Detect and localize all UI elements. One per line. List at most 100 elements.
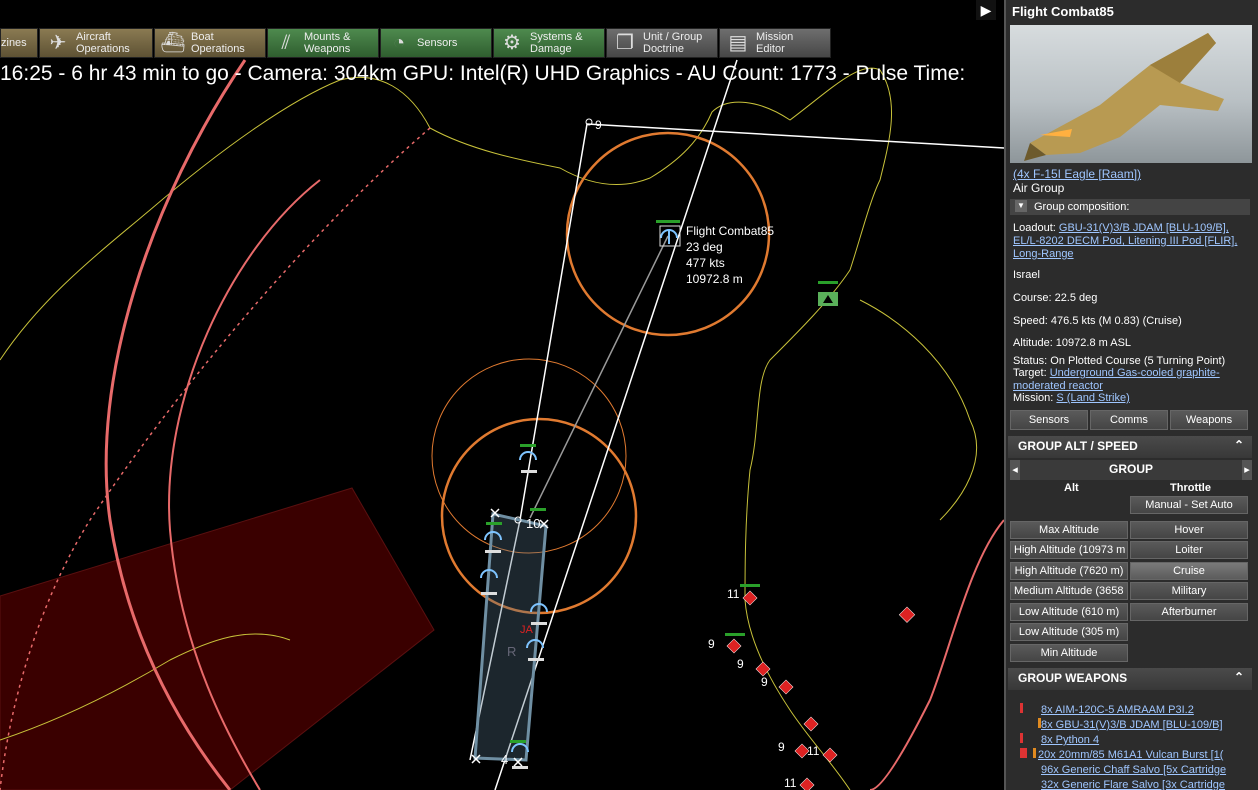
- alt-low-305-button[interactable]: Low Altitude (305 m): [1010, 623, 1128, 641]
- target-label: Target:: [1013, 367, 1047, 379]
- throttle-cruise-button[interactable]: Cruise: [1130, 562, 1248, 580]
- manual-set-auto-button[interactable]: Manual - Set Auto: [1130, 496, 1248, 514]
- enemy-label: 9: [761, 675, 768, 689]
- aircraft-icon: ✈: [49, 32, 67, 54]
- exclusion-zone: [0, 487, 435, 790]
- group-composition-label: Group composition:: [1034, 201, 1130, 213]
- course-line: [586, 123, 1004, 149]
- weapon-item[interactable]: 20x 20mm/85 M61A1 Vulcan Burst [1(: [1020, 748, 1256, 763]
- weapon-link[interactable]: 8x Python 4: [1041, 734, 1099, 746]
- group-kind: Air Group: [1013, 181, 1065, 195]
- group-composition-toggle[interactable]: ▼ Group composition:: [1010, 199, 1250, 215]
- throttle-column-label: Throttle: [1170, 482, 1211, 494]
- gear-icon: ⚙: [503, 32, 521, 54]
- weapon-status-icon: [1020, 733, 1023, 743]
- sensors-button[interactable]: Sensors: [1010, 410, 1088, 430]
- corridor-label: R: [507, 644, 517, 659]
- aircraft-image: [1024, 33, 1224, 161]
- alt-min-button[interactable]: Min Altitude: [1010, 644, 1128, 662]
- waypoint-label: 10: [526, 516, 541, 531]
- top-toolbar: zines ✈ Aircraft Operations ⛴ Boat Operati…: [0, 28, 832, 58]
- alt-high-7620-button[interactable]: High Altitude (7620 m): [1010, 562, 1128, 580]
- boat-icon: ⛴: [160, 32, 186, 54]
- alt-max-button[interactable]: Max Altitude: [1010, 521, 1128, 539]
- loadout-info: Loadout: GBU-31(V)3/B JDAM [BLU-109/B], …: [1013, 222, 1247, 261]
- enemy-label: 11: [727, 587, 740, 601]
- weapons-button[interactable]: Weapons: [1170, 410, 1248, 430]
- toolbar-systems-damage[interactable]: ⚙ Systems & Damage: [493, 28, 605, 58]
- unit-callout-altitude: 10972.8 m: [686, 272, 743, 286]
- aircraft-photo: [1010, 25, 1252, 163]
- unit-info-panel: Flight Combat85 (4x F-15I Eagle [Raam]) …: [1004, 0, 1258, 790]
- group-selector: ◂ GROUP ▸: [1010, 460, 1252, 480]
- throttle-hover-button[interactable]: Hover: [1130, 521, 1248, 539]
- group-alt-speed-header[interactable]: GROUP ALT / SPEED ⌃: [1008, 436, 1252, 458]
- toolbar-label: Mounts & Weapons: [304, 31, 351, 55]
- toolbar-boat-operations[interactable]: ⛴ Boat Operations: [154, 28, 266, 58]
- weapon-item[interactable]: 8x AIM-120C-5 AMRAAM P3I.2: [1020, 703, 1256, 718]
- weapon-link[interactable]: 32x Generic Flare Salvo [3x Cartridge: [1041, 779, 1225, 790]
- sensors-icon: ◔: [392, 32, 406, 54]
- weapon-link[interactable]: 20x 20mm/85 M61A1 Vulcan Burst [1(: [1038, 749, 1223, 761]
- toolbar-aircraft-operations[interactable]: ✈ Aircraft Operations: [39, 28, 153, 58]
- throttle-loiter-button[interactable]: Loiter: [1130, 541, 1248, 559]
- arrow-right-icon[interactable]: ▸: [1242, 460, 1252, 480]
- altitude-readout: Altitude: 10972.8 m ASL: [1013, 337, 1132, 349]
- chevron-up-icon: ⌃: [1233, 438, 1244, 452]
- weapon-link[interactable]: 8x AIM-120C-5 AMRAAM P3I.2: [1041, 704, 1194, 716]
- enemy-label: 9: [778, 740, 785, 754]
- alt-low-610-button[interactable]: Low Altitude (610 m): [1010, 603, 1128, 621]
- ground-unit-bar: [818, 281, 838, 284]
- weapon-status-icon: [1020, 703, 1023, 713]
- unit-type-link[interactable]: (4x F-15I Eagle [Raam]): [1013, 167, 1141, 181]
- toolbar-sensors[interactable]: ◔ Sensors: [380, 28, 492, 58]
- toolbar-label: Unit / Group Doctrine: [643, 31, 703, 55]
- throttle-military-button[interactable]: Military: [1130, 582, 1248, 600]
- status-line: 16:25 - 6 hr 43 min to go - Camera: 304k…: [0, 62, 966, 85]
- waypoint-label: 4: [501, 752, 509, 767]
- group-label: GROUP: [1108, 462, 1153, 476]
- unit-callout-name: Flight Combat85: [686, 224, 775, 238]
- mounts-icon: ⫽: [281, 32, 291, 54]
- unit-callout-speed: 477 kts: [686, 256, 725, 270]
- red-marker-label: JA: [520, 624, 533, 636]
- weapon-item[interactable]: 32x Generic Flare Salvo [3x Cartridge: [1020, 778, 1256, 790]
- comms-button[interactable]: Comms: [1090, 410, 1168, 430]
- weapon-item[interactable]: 96x Generic Chaff Salvo [5x Cartridge: [1020, 763, 1256, 778]
- toolbar-label: Aircraft Operations: [76, 31, 130, 55]
- weapon-item[interactable]: 8x Python 4: [1020, 733, 1256, 748]
- weapon-link[interactable]: 8x GBU-31(V)3/B JDAM [BLU-109/B]: [1041, 719, 1223, 731]
- enemy-unit-icons[interactable]: [725, 584, 916, 790]
- toolbar-mission-editor[interactable]: ▤ Mission Editor: [719, 28, 831, 58]
- section-title: GROUP ALT / SPEED: [1018, 439, 1138, 453]
- toolbar-label: zines: [1, 37, 27, 49]
- enemy-label: 9: [737, 657, 744, 671]
- weapon-item[interactable]: 8x GBU-31(V)3/B JDAM [BLU-109/B]: [1020, 718, 1256, 733]
- alt-high-10973-button[interactable]: High Altitude (10973 m: [1010, 541, 1128, 559]
- waypoint-label: 9: [595, 118, 602, 132]
- throttle-afterburner-button[interactable]: Afterburner: [1130, 603, 1248, 621]
- mission-link[interactable]: S (Land Strike): [1056, 392, 1129, 404]
- toolbar-magazines[interactable]: zines: [0, 28, 38, 58]
- weapon-link[interactable]: 96x Generic Chaff Salvo [5x Cartridge: [1041, 764, 1226, 776]
- group-weapons-header[interactable]: GROUP WEAPONS ⌃: [1008, 668, 1252, 690]
- weapon-status-icon: [1020, 748, 1027, 758]
- status-readout: Status: On Plotted Course (5 Turning Poi…: [1013, 355, 1226, 367]
- range-ring-east: [869, 519, 1004, 790]
- unit-callout: Flight Combat85 23 deg 477 kts 10972.8 m: [686, 223, 774, 287]
- mission-info: Mission: S (Land Strike): [1013, 392, 1130, 404]
- toolbar-unit-group-doctrine[interactable]: ❐ Unit / Group Doctrine: [606, 28, 718, 58]
- target-info: Target: Underground Gas-cooled graphite-…: [1013, 367, 1247, 393]
- collapse-panel-button[interactable]: ▶: [976, 0, 996, 20]
- enemy-label: 9: [708, 637, 715, 651]
- country: Israel: [1013, 269, 1040, 281]
- speed-readout: Speed: 476.5 kts (M 0.83) (Cruise): [1013, 315, 1182, 327]
- tactical-map[interactable]: Flight Combat85 23 deg 477 kts 10972.8 m…: [0, 0, 1004, 790]
- toolbar-mounts-weapons[interactable]: ⫽ Mounts & Weapons: [267, 28, 379, 58]
- alt-medium-button[interactable]: Medium Altitude (3658: [1010, 582, 1128, 600]
- map-canvas[interactable]: [0, 0, 1004, 790]
- loadout-label: Loadout:: [1013, 222, 1056, 234]
- section-title: GROUP WEAPONS: [1018, 671, 1128, 685]
- panel-title: Flight Combat85: [1012, 4, 1114, 19]
- unit-callout-course: 23 deg: [686, 240, 723, 254]
